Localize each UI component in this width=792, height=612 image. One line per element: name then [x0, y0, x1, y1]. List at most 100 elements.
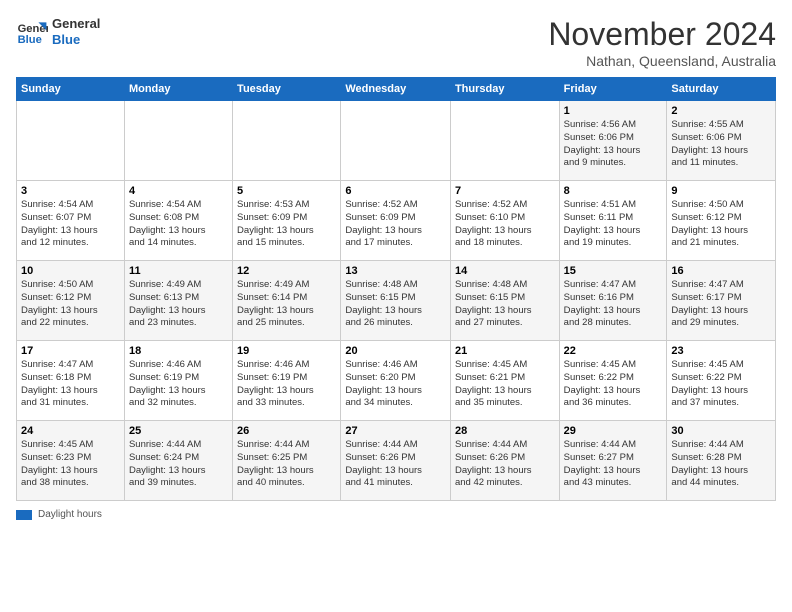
calendar-cell: 5 Sunrise: 4:53 AM Sunset: 6:09 PM Daylig…	[233, 181, 341, 261]
calendar-cell: 30 Sunrise: 4:44 AM Sunset: 6:28 PM Dayli…	[667, 421, 776, 501]
day-number: 28	[455, 425, 555, 437]
day-number: 23	[671, 345, 771, 357]
calendar-cell	[124, 101, 232, 181]
day-info: Sunrise: 4:44 AM Sunset: 6:27 PM Dayligh…	[564, 439, 663, 490]
calendar-cell: 28 Sunrise: 4:44 AM Sunset: 6:26 PM Dayli…	[450, 421, 559, 501]
day-info: Sunrise: 4:46 AM Sunset: 6:19 PM Dayligh…	[237, 359, 336, 410]
calendar-cell: 24Sunrise: 4:45 AM Sunset: 6:23 PM Dayli…	[17, 421, 125, 501]
day-info: Sunrise: 4:50 AM Sunset: 6:12 PM Dayligh…	[671, 199, 771, 250]
day-info: Sunrise: 4:53 AM Sunset: 6:09 PM Dayligh…	[237, 199, 336, 250]
day-info: Sunrise: 4:46 AM Sunset: 6:20 PM Dayligh…	[345, 359, 446, 410]
day-info: Sunrise: 4:55 AM Sunset: 6:06 PM Dayligh…	[671, 119, 771, 170]
calendar-table: SundayMondayTuesdayWednesdayThursdayFrid…	[16, 77, 776, 501]
calendar-cell: 4 Sunrise: 4:54 AM Sunset: 6:08 PM Daylig…	[124, 181, 232, 261]
day-number: 11	[129, 265, 228, 277]
day-info: Sunrise: 4:45 AM Sunset: 6:23 PM Dayligh…	[21, 439, 120, 490]
calendar-cell: 25 Sunrise: 4:44 AM Sunset: 6:24 PM Dayli…	[124, 421, 232, 501]
calendar-cell: 15 Sunrise: 4:47 AM Sunset: 6:16 PM Dayli…	[559, 261, 667, 341]
calendar-cell: 13 Sunrise: 4:48 AM Sunset: 6:15 PM Dayli…	[341, 261, 451, 341]
day-number: 18	[129, 345, 228, 357]
calendar-cell: 19 Sunrise: 4:46 AM Sunset: 6:19 PM Dayli…	[233, 341, 341, 421]
day-info: Sunrise: 4:44 AM Sunset: 6:26 PM Dayligh…	[455, 439, 555, 490]
day-info: Sunrise: 4:47 AM Sunset: 6:17 PM Dayligh…	[671, 279, 771, 330]
calendar-cell: 16Sunrise: 4:47 AM Sunset: 6:17 PM Dayli…	[667, 261, 776, 341]
day-info: Sunrise: 4:50 AM Sunset: 6:12 PM Dayligh…	[21, 279, 120, 330]
legend-label: Daylight hours	[38, 509, 102, 520]
day-number: 2	[671, 105, 771, 117]
day-info: Sunrise: 4:44 AM Sunset: 6:25 PM Dayligh…	[237, 439, 336, 490]
day-number: 10	[21, 265, 120, 277]
calendar-cell: 7 Sunrise: 4:52 AM Sunset: 6:10 PM Daylig…	[450, 181, 559, 261]
calendar-body: 1 Sunrise: 4:56 AM Sunset: 6:06 PM Daylig…	[17, 101, 776, 501]
day-number: 13	[345, 265, 446, 277]
day-info: Sunrise: 4:46 AM Sunset: 6:19 PM Dayligh…	[129, 359, 228, 410]
day-info: Sunrise: 4:45 AM Sunset: 6:22 PM Dayligh…	[671, 359, 771, 410]
day-info: Sunrise: 4:47 AM Sunset: 6:16 PM Dayligh…	[564, 279, 663, 330]
header-friday: Friday	[559, 78, 667, 101]
day-number: 30	[671, 425, 771, 437]
day-info: Sunrise: 4:49 AM Sunset: 6:13 PM Dayligh…	[129, 279, 228, 330]
day-info: Sunrise: 4:52 AM Sunset: 6:09 PM Dayligh…	[345, 199, 446, 250]
day-number: 25	[129, 425, 228, 437]
calendar-cell: 11 Sunrise: 4:49 AM Sunset: 6:13 PM Dayli…	[124, 261, 232, 341]
calendar-cell: 6 Sunrise: 4:52 AM Sunset: 6:09 PM Daylig…	[341, 181, 451, 261]
day-info: Sunrise: 4:51 AM Sunset: 6:11 PM Dayligh…	[564, 199, 663, 250]
calendar-cell: 22 Sunrise: 4:45 AM Sunset: 6:22 PM Dayli…	[559, 341, 667, 421]
day-number: 9	[671, 185, 771, 197]
day-number: 4	[129, 185, 228, 197]
calendar-cell	[341, 101, 451, 181]
day-number: 26	[237, 425, 336, 437]
calendar-week-3: 10 Sunrise: 4:50 AM Sunset: 6:12 PM Dayli…	[17, 261, 776, 341]
logo-icon: General Blue	[16, 16, 48, 48]
day-number: 19	[237, 345, 336, 357]
calendar-cell: 3 Sunrise: 4:54 AM Sunset: 6:07 PM Daylig…	[17, 181, 125, 261]
calendar-cell: 1 Sunrise: 4:56 AM Sunset: 6:06 PM Daylig…	[559, 101, 667, 181]
day-info: Sunrise: 4:48 AM Sunset: 6:15 PM Dayligh…	[345, 279, 446, 330]
day-info: Sunrise: 4:54 AM Sunset: 6:08 PM Dayligh…	[129, 199, 228, 250]
day-info: Sunrise: 4:47 AM Sunset: 6:18 PM Dayligh…	[21, 359, 120, 410]
day-info: Sunrise: 4:44 AM Sunset: 6:24 PM Dayligh…	[129, 439, 228, 490]
calendar-cell: 14 Sunrise: 4:48 AM Sunset: 6:15 PM Dayli…	[450, 261, 559, 341]
day-info: Sunrise: 4:54 AM Sunset: 6:07 PM Dayligh…	[21, 199, 120, 250]
location: Nathan, Queensland, Australia	[548, 53, 776, 69]
day-info: Sunrise: 4:45 AM Sunset: 6:21 PM Dayligh…	[455, 359, 555, 410]
day-number: 1	[564, 105, 663, 117]
calendar-cell: 18 Sunrise: 4:46 AM Sunset: 6:19 PM Dayli…	[124, 341, 232, 421]
month-title: November 2024	[548, 16, 776, 53]
day-info: Sunrise: 4:52 AM Sunset: 6:10 PM Dayligh…	[455, 199, 555, 250]
svg-text:Blue: Blue	[18, 34, 42, 46]
day-number: 3	[21, 185, 120, 197]
day-number: 27	[345, 425, 446, 437]
calendar-week-1: 1 Sunrise: 4:56 AM Sunset: 6:06 PM Daylig…	[17, 101, 776, 181]
day-info: Sunrise: 4:44 AM Sunset: 6:28 PM Dayligh…	[671, 439, 771, 490]
calendar-cell: 2 Sunrise: 4:55 AM Sunset: 6:06 PM Daylig…	[667, 101, 776, 181]
calendar-cell: 26 Sunrise: 4:44 AM Sunset: 6:25 PM Dayli…	[233, 421, 341, 501]
day-info: Sunrise: 4:48 AM Sunset: 6:15 PM Dayligh…	[455, 279, 555, 330]
day-number: 8	[564, 185, 663, 197]
calendar-cell: 27Sunrise: 4:44 AM Sunset: 6:26 PM Dayli…	[341, 421, 451, 501]
logo: General Blue General Blue	[16, 16, 100, 48]
day-number: 7	[455, 185, 555, 197]
day-number: 14	[455, 265, 555, 277]
day-info: Sunrise: 4:45 AM Sunset: 6:22 PM Dayligh…	[564, 359, 663, 410]
calendar-cell: 20Sunrise: 4:46 AM Sunset: 6:20 PM Dayli…	[341, 341, 451, 421]
calendar-cell	[450, 101, 559, 181]
calendar-week-4: 17 Sunrise: 4:47 AM Sunset: 6:18 PM Dayli…	[17, 341, 776, 421]
legend-color	[16, 510, 32, 520]
day-number: 21	[455, 345, 555, 357]
logo-line1: General	[52, 16, 100, 32]
calendar-cell: 10 Sunrise: 4:50 AM Sunset: 6:12 PM Dayli…	[17, 261, 125, 341]
calendar-week-2: 3 Sunrise: 4:54 AM Sunset: 6:07 PM Daylig…	[17, 181, 776, 261]
day-number: 17	[21, 345, 120, 357]
header-sunday: Sunday	[17, 78, 125, 101]
day-number: 5	[237, 185, 336, 197]
day-number: 15	[564, 265, 663, 277]
day-info: Sunrise: 4:56 AM Sunset: 6:06 PM Dayligh…	[564, 119, 663, 170]
day-number: 22	[564, 345, 663, 357]
header-tuesday: Tuesday	[233, 78, 341, 101]
calendar-header-row: SundayMondayTuesdayWednesdayThursdayFrid…	[17, 78, 776, 101]
logo-line2: Blue	[52, 32, 100, 48]
calendar-cell	[233, 101, 341, 181]
day-number: 6	[345, 185, 446, 197]
day-number: 12	[237, 265, 336, 277]
